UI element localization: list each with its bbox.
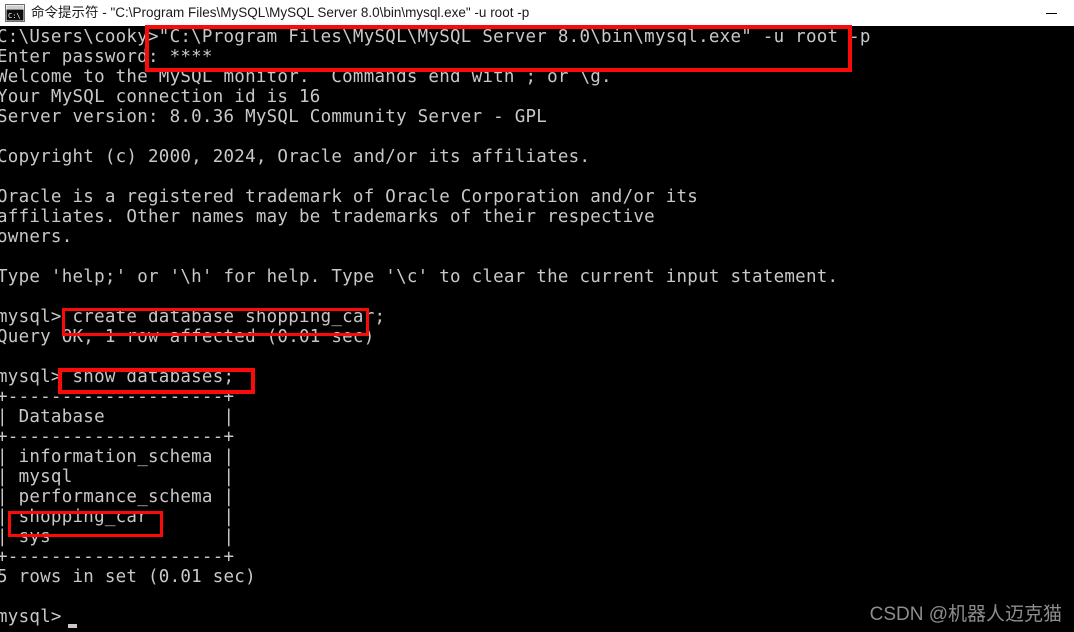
terminal-line: +--------------------+ (0, 547, 235, 567)
terminal-line: mysql> (0, 607, 62, 627)
cmd-window: C:\ 命令提示符 - "C:\Program Files\MySQL\MySQ… (0, 0, 1074, 632)
terminal-line: Type 'help;' or '\h' for help. Type '\c'… (0, 267, 839, 287)
terminal-line: | sys | (0, 527, 235, 547)
terminal-line: | Database | (0, 407, 235, 427)
terminal-line: Welcome to the MySQL monitor. Commands e… (0, 67, 612, 87)
terminal-line: affiliates. Other names may be trademark… (0, 207, 655, 227)
csdn-watermark: CSDN @机器人迈克猫 (869, 604, 1062, 625)
window-title: 命令提示符 - "C:\Program Files\MySQL\MySQL Se… (31, 5, 530, 20)
cmd-console-icon: C:\ (5, 4, 25, 22)
terminal-line: +--------------------+ (0, 387, 235, 407)
text-cursor (68, 624, 77, 628)
terminal-line: Your MySQL connection id is 16 (0, 87, 321, 107)
terminal-line: Enter password: **** (0, 47, 213, 67)
terminal-line: | shopping_car | (0, 507, 235, 527)
terminal-line: Query OK, 1 row affected (0.01 sec) (0, 327, 375, 347)
svg-text:C:\: C:\ (8, 12, 21, 20)
minimize-icon (1045, 12, 1057, 14)
terminal-line: Server version: 8.0.36 MySQL Community S… (0, 107, 548, 127)
terminal-line: 5 rows in set (0.01 sec) (0, 567, 256, 587)
terminal-output[interactable]: C:\Users\cooky>"C:\Program Files\MySQL\M… (0, 26, 1074, 632)
terminal-line: | performance_schema | (0, 487, 235, 507)
terminal-line: mysql> show databases; (0, 367, 235, 387)
terminal-line: Copyright (c) 2000, 2024, Oracle and/or … (0, 147, 591, 167)
terminal-line: owners. (0, 227, 73, 247)
title-bar: C:\ 命令提示符 - "C:\Program Files\MySQL\MySQ… (0, 0, 1074, 26)
terminal-line: | information_schema | (0, 447, 235, 467)
terminal-line: +--------------------+ (0, 427, 235, 447)
terminal-line: Oracle is a registered trademark of Orac… (0, 187, 699, 207)
terminal-line: | mysql | (0, 467, 235, 487)
terminal-line: mysql> create database shopping_car; (0, 307, 386, 327)
minimize-button[interactable] (1028, 0, 1074, 26)
terminal-line: C:\Users\cooky>"C:\Program Files\MySQL\M… (0, 27, 871, 47)
